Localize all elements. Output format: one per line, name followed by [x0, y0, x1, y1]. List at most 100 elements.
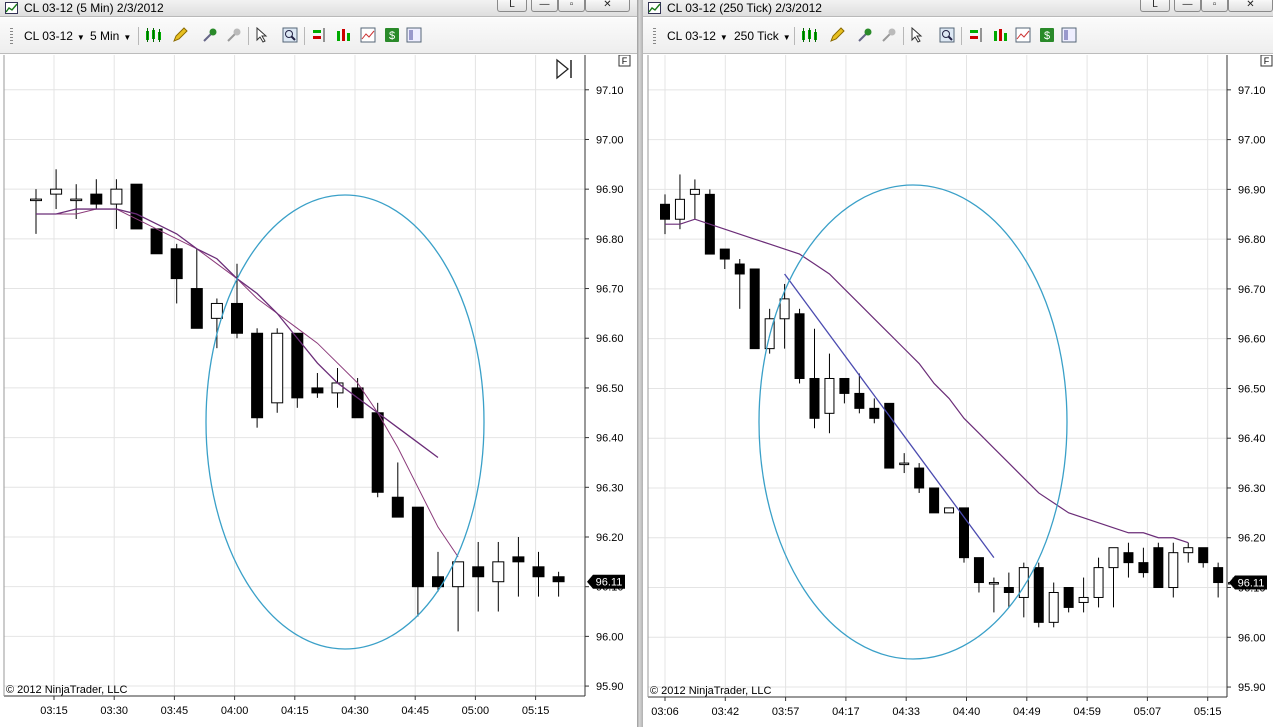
interval-selector[interactable]: 250 Tick ▼	[734, 29, 791, 43]
x-axis-tick-label: 03:06	[651, 706, 679, 718]
y-axis-tick-label: 96.30	[596, 482, 624, 494]
minimize-button[interactable]: L	[497, 0, 527, 12]
chevron-down-icon: ▼	[123, 33, 132, 42]
candlestick-chart[interactable]: 97.10 97.00 96.90 96.80 96.70 96.60 96.50 96.40…	[643, 55, 1273, 727]
instrument-selector[interactable]: CL 03-12 ▼	[667, 29, 728, 43]
x-axis-tick-label: 05:15	[522, 705, 550, 717]
copyright-text: © 2012 NinjaTrader, LLC	[650, 685, 772, 697]
minimize-icon: —	[539, 0, 550, 10]
candle-up	[1168, 552, 1179, 589]
candlestick-style-icon[interactable]	[144, 27, 164, 43]
candlestick-style-icon[interactable]	[800, 27, 820, 43]
y-axis-tick-label: 97.10	[596, 85, 624, 97]
toolbar-grip[interactable]	[10, 28, 13, 44]
candle-down	[150, 228, 163, 255]
candle-down	[1198, 547, 1209, 564]
chart-properties-icon[interactable]	[1015, 27, 1031, 43]
candle-down	[130, 183, 143, 230]
dollar-icon[interactable]: $	[1039, 27, 1055, 43]
y-axis-tick-label: 96.00	[596, 631, 624, 643]
restore-button[interactable]: ▫	[1201, 0, 1228, 12]
add-indicator-icon[interactable]	[202, 27, 218, 43]
candle-up	[30, 198, 42, 202]
pencil-icon[interactable]	[829, 27, 845, 43]
candle-up	[779, 298, 790, 320]
candle-down	[959, 507, 969, 559]
strategy-icon[interactable]	[993, 27, 1009, 43]
close-button[interactable]: ✕	[1228, 0, 1273, 12]
order-entry-icon[interactable]	[969, 27, 985, 43]
chart-toolbar: CL 03-12 ▼ 250 Tick ▼ $	[643, 18, 1273, 54]
y-axis-tick-label: 96.00	[1238, 632, 1266, 644]
cursor-icon[interactable]	[254, 27, 270, 43]
y-axis-tick-label: 95.90	[596, 681, 624, 693]
toolbar-grip[interactable]	[653, 28, 656, 44]
y-axis-tick-label: 95.90	[1238, 682, 1266, 694]
x-axis-tick-label: 05:00	[462, 705, 490, 717]
candle-up	[988, 582, 999, 585]
order-entry-icon[interactable]	[312, 27, 328, 43]
candle-down	[794, 313, 805, 379]
chart-window-250tick[interactable]: CL 03-12 (250 Tick) 2/3/2012 L — ▫ ✕ CL …	[643, 0, 1273, 727]
toolbar-separator	[961, 27, 962, 45]
candle-down	[532, 566, 545, 578]
candle-down	[231, 302, 243, 334]
y-axis-tick-label: 97.00	[1238, 135, 1266, 147]
cursor-icon[interactable]	[909, 27, 925, 43]
data-box-icon[interactable]	[406, 27, 422, 43]
window-title: CL 03-12 (5 Min) 2/3/2012	[24, 1, 164, 15]
data-box-icon[interactable]	[1061, 27, 1077, 43]
minimize-button[interactable]: L	[1140, 0, 1170, 12]
candle-up	[452, 561, 465, 588]
zoom-icon[interactable]	[282, 27, 298, 43]
y-axis-tick-label: 96.50	[596, 383, 624, 395]
y-axis-tick-label: 96.70	[596, 284, 624, 296]
f-badge: F	[622, 56, 628, 66]
instrument-label: CL 03-12	[667, 29, 716, 43]
remove-indicator-icon[interactable]	[881, 27, 897, 43]
title-bar[interactable]: CL 03-12 (250 Tick) 2/3/2012 L — ▫ ✕	[643, 0, 1273, 17]
x-axis-tick-label: 05:07	[1134, 706, 1162, 718]
candlestick-chart[interactable]: 97.10 97.00 96.90 96.80 96.70 96.60 96.50 96.40…	[0, 55, 637, 727]
chart-window-5min[interactable]: CL 03-12 (5 Min) 2/3/2012 L — ▫ ✕ CL 03-…	[0, 0, 637, 727]
window-icon-button[interactable]: —	[1174, 0, 1201, 12]
candle-down	[251, 332, 264, 419]
remove-indicator-icon[interactable]	[226, 27, 242, 43]
title-bar[interactable]: CL 03-12 (5 Min) 2/3/2012 L — ▫ ✕	[0, 0, 637, 17]
pencil-icon[interactable]	[172, 27, 188, 43]
window-title: CL 03-12 (250 Tick) 2/3/2012	[667, 1, 822, 15]
y-axis-tick-label: 96.20	[596, 532, 624, 544]
x-axis-tick-label: 03:30	[100, 705, 128, 717]
x-axis-tick-label: 04:59	[1073, 706, 1101, 718]
candle-up	[1108, 547, 1119, 569]
y-axis-tick-label: 96.90	[596, 184, 624, 196]
x-axis-tick-label: 04:17	[832, 706, 860, 718]
candle-up	[1048, 591, 1059, 623]
candle-down	[411, 506, 424, 588]
close-button[interactable]: ✕	[585, 0, 630, 12]
x-axis-tick-label: 05:15	[1194, 706, 1222, 718]
interval-selector[interactable]: 5 Min ▼	[90, 29, 131, 43]
price-chart-panel[interactable]: 97.10 97.00 96.90 96.80 96.70 96.60 96.50 96.40…	[0, 55, 637, 727]
toolbar-separator	[903, 27, 904, 45]
chart-toolbar: CL 03-12 ▼ 5 Min ▼ $	[0, 18, 637, 54]
add-indicator-icon[interactable]	[857, 27, 873, 43]
zoom-icon[interactable]	[939, 27, 955, 43]
candle-up	[674, 198, 685, 220]
y-axis-tick-label: 96.60	[596, 333, 624, 345]
candle-down	[371, 412, 384, 493]
price-chart-panel[interactable]: 97.10 97.00 96.90 96.80 96.70 96.60 96.50 96.40…	[643, 55, 1273, 727]
candle-down	[839, 377, 850, 394]
candle-down	[734, 263, 745, 275]
restore-button[interactable]: ▫	[558, 0, 585, 12]
candle-down	[1153, 547, 1164, 589]
strategy-icon[interactable]	[336, 27, 352, 43]
chart-properties-icon[interactable]	[360, 27, 376, 43]
dollar-icon[interactable]: $	[384, 27, 400, 43]
candle-up	[1078, 596, 1089, 603]
x-axis-tick-label: 03:57	[772, 706, 800, 718]
instrument-selector[interactable]: CL 03-12 ▼	[24, 29, 85, 43]
candle-down	[884, 402, 895, 469]
candle-down	[854, 392, 865, 409]
window-icon-button[interactable]: —	[531, 0, 558, 12]
